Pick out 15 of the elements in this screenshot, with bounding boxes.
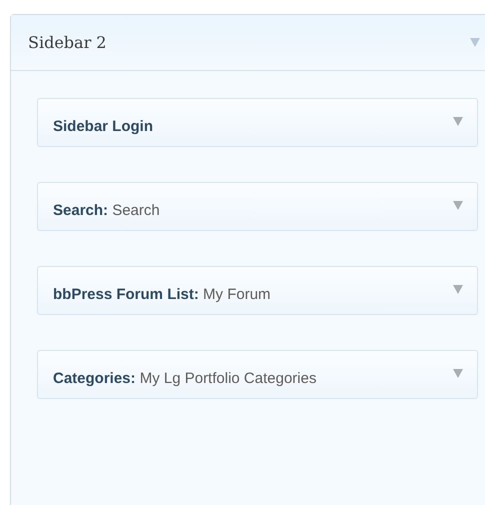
- caret-icon[interactable]: [453, 117, 463, 126]
- widget-bar[interactable]: Sidebar Login: [37, 98, 478, 147]
- caret-icon[interactable]: [470, 38, 480, 47]
- widget-title: Sidebar Login: [53, 117, 154, 137]
- widget-bar[interactable]: Categories: My Lg Portfolio Categories: [37, 350, 478, 399]
- widget-title: Categories: My Lg Portfolio Categories: [53, 369, 316, 389]
- widget-bar[interactable]: Search: Search: [37, 182, 478, 231]
- caret-icon[interactable]: [453, 369, 463, 378]
- widget-title: bbPress Forum List: My Forum: [53, 285, 271, 305]
- sidebar-header[interactable]: Sidebar 2: [11, 15, 485, 71]
- sidebar-title: Sidebar 2: [28, 33, 106, 52]
- widget-title: Search: Search: [53, 201, 160, 221]
- caret-icon[interactable]: [453, 201, 463, 210]
- caret-icon[interactable]: [453, 285, 463, 294]
- widget-bar[interactable]: bbPress Forum List: My Forum: [37, 266, 478, 315]
